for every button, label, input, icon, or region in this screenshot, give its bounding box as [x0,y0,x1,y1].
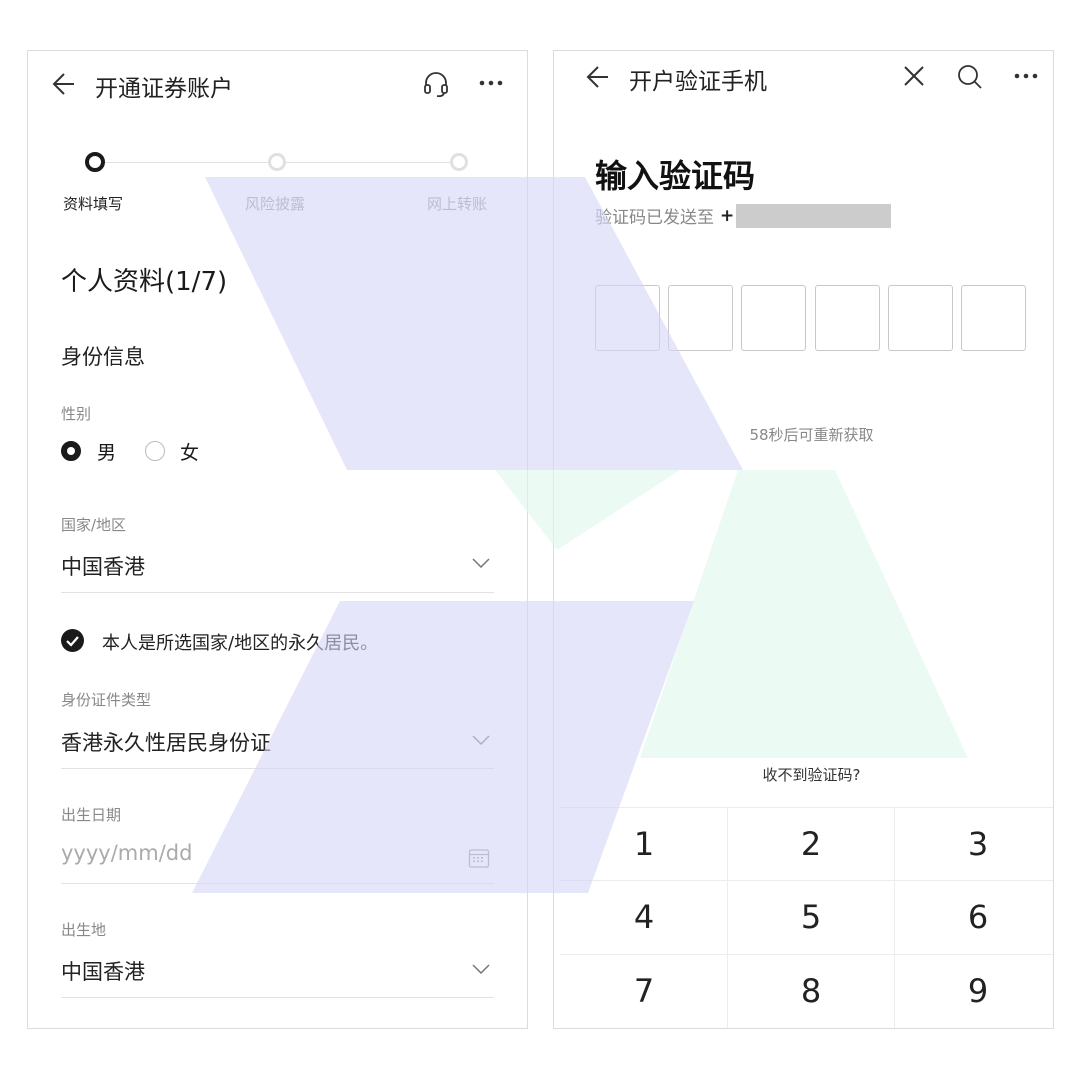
keypad-key-3[interactable]: 3 [895,808,1053,880]
permanent-resident-text: 本人是所选国家/地区的永久居民。 [102,633,379,654]
country-label: 国家/地区 [61,516,127,534]
chevron-down-icon[interactable] [472,558,490,568]
account-opening-form-panel: 开通证券账户 资料填写 风险披露 网上转账 个人资料(1/7) 身份信息 性别 … [27,50,528,1029]
step-label-risk-disclosure: 风险披露 [245,195,306,213]
gender-female-label[interactable]: 女 [180,438,199,465]
birth-place-label: 出生地 [61,921,107,939]
id-type-label: 身份证件类型 [61,691,152,709]
step-dot-pending [268,153,286,171]
page-title: 开户验证手机 [629,69,767,95]
resend-countdown: 58秒后可重新获取 [749,426,874,444]
keypad-key-7[interactable]: 7 [561,955,727,1027]
keypad-key-1[interactable]: 1 [561,808,727,880]
headset-icon[interactable] [423,70,449,98]
verification-heading: 输入验证码 [595,157,756,195]
subsection-title: 身份信息 [61,345,145,369]
permanent-resident-checkbox[interactable] [61,629,84,652]
phone-verification-panel: 开户验证手机 输入验证码 验证码已发送至 + 58秒后可重新获取 收不到验证码?… [553,50,1054,1029]
calendar-icon[interactable] [468,847,490,869]
keypad-key-5[interactable]: 5 [728,881,894,953]
section-title: 个人资料(1/7) [61,267,228,297]
more-dots-icon[interactable] [1014,73,1038,79]
back-arrow-icon[interactable] [50,71,76,97]
phone-prefix: + [720,205,735,226]
no-code-link[interactable]: 收不到验证码? [554,764,1053,785]
divider [61,883,494,884]
divider [61,768,494,769]
code-digit-box[interactable] [815,285,880,351]
sent-to-line: 验证码已发送至 + [595,203,892,228]
gender-label: 性别 [61,405,92,423]
keypad-key-2[interactable]: 2 [728,808,894,880]
step-dot-active [85,152,105,172]
more-dots-icon[interactable] [479,80,503,86]
step-label-fill-info: 资料填写 [63,195,124,213]
divider [61,997,494,998]
step-dot-pending [450,153,468,171]
page-title: 开通证券账户 [95,76,233,102]
birth-place-select[interactable]: 中国香港 [61,956,145,986]
gender-male-radio[interactable] [61,441,81,461]
gender-female-radio[interactable] [145,441,165,461]
code-digit-box[interactable] [961,285,1026,351]
birth-date-label: 出生日期 [61,806,122,824]
id-type-select[interactable]: 香港永久性居民身份证 [61,727,271,757]
country-select[interactable]: 中国香港 [61,551,145,581]
close-icon[interactable] [903,65,925,87]
keypad-key-6[interactable]: 6 [895,881,1053,953]
keypad-key-4[interactable]: 4 [561,881,727,953]
keypad-key-9[interactable]: 9 [895,955,1053,1027]
code-digit-box[interactable] [668,285,733,351]
code-digit-box[interactable] [741,285,806,351]
sent-to-label: 验证码已发送至 [595,208,714,228]
redacted-phone-number [736,203,892,228]
keypad-key-8[interactable]: 8 [728,955,894,1027]
step-label-online-transfer: 网上转账 [427,195,488,213]
chevron-down-icon[interactable] [472,735,490,745]
chevron-down-icon[interactable] [472,964,490,974]
code-digit-box[interactable] [595,285,660,351]
gender-male-label[interactable]: 男 [97,438,116,465]
birth-date-input[interactable]: yyyy/mm/dd [61,841,192,865]
code-digit-box[interactable] [888,285,953,351]
divider [61,592,494,593]
search-icon[interactable] [957,64,983,90]
back-arrow-icon[interactable] [584,64,610,90]
